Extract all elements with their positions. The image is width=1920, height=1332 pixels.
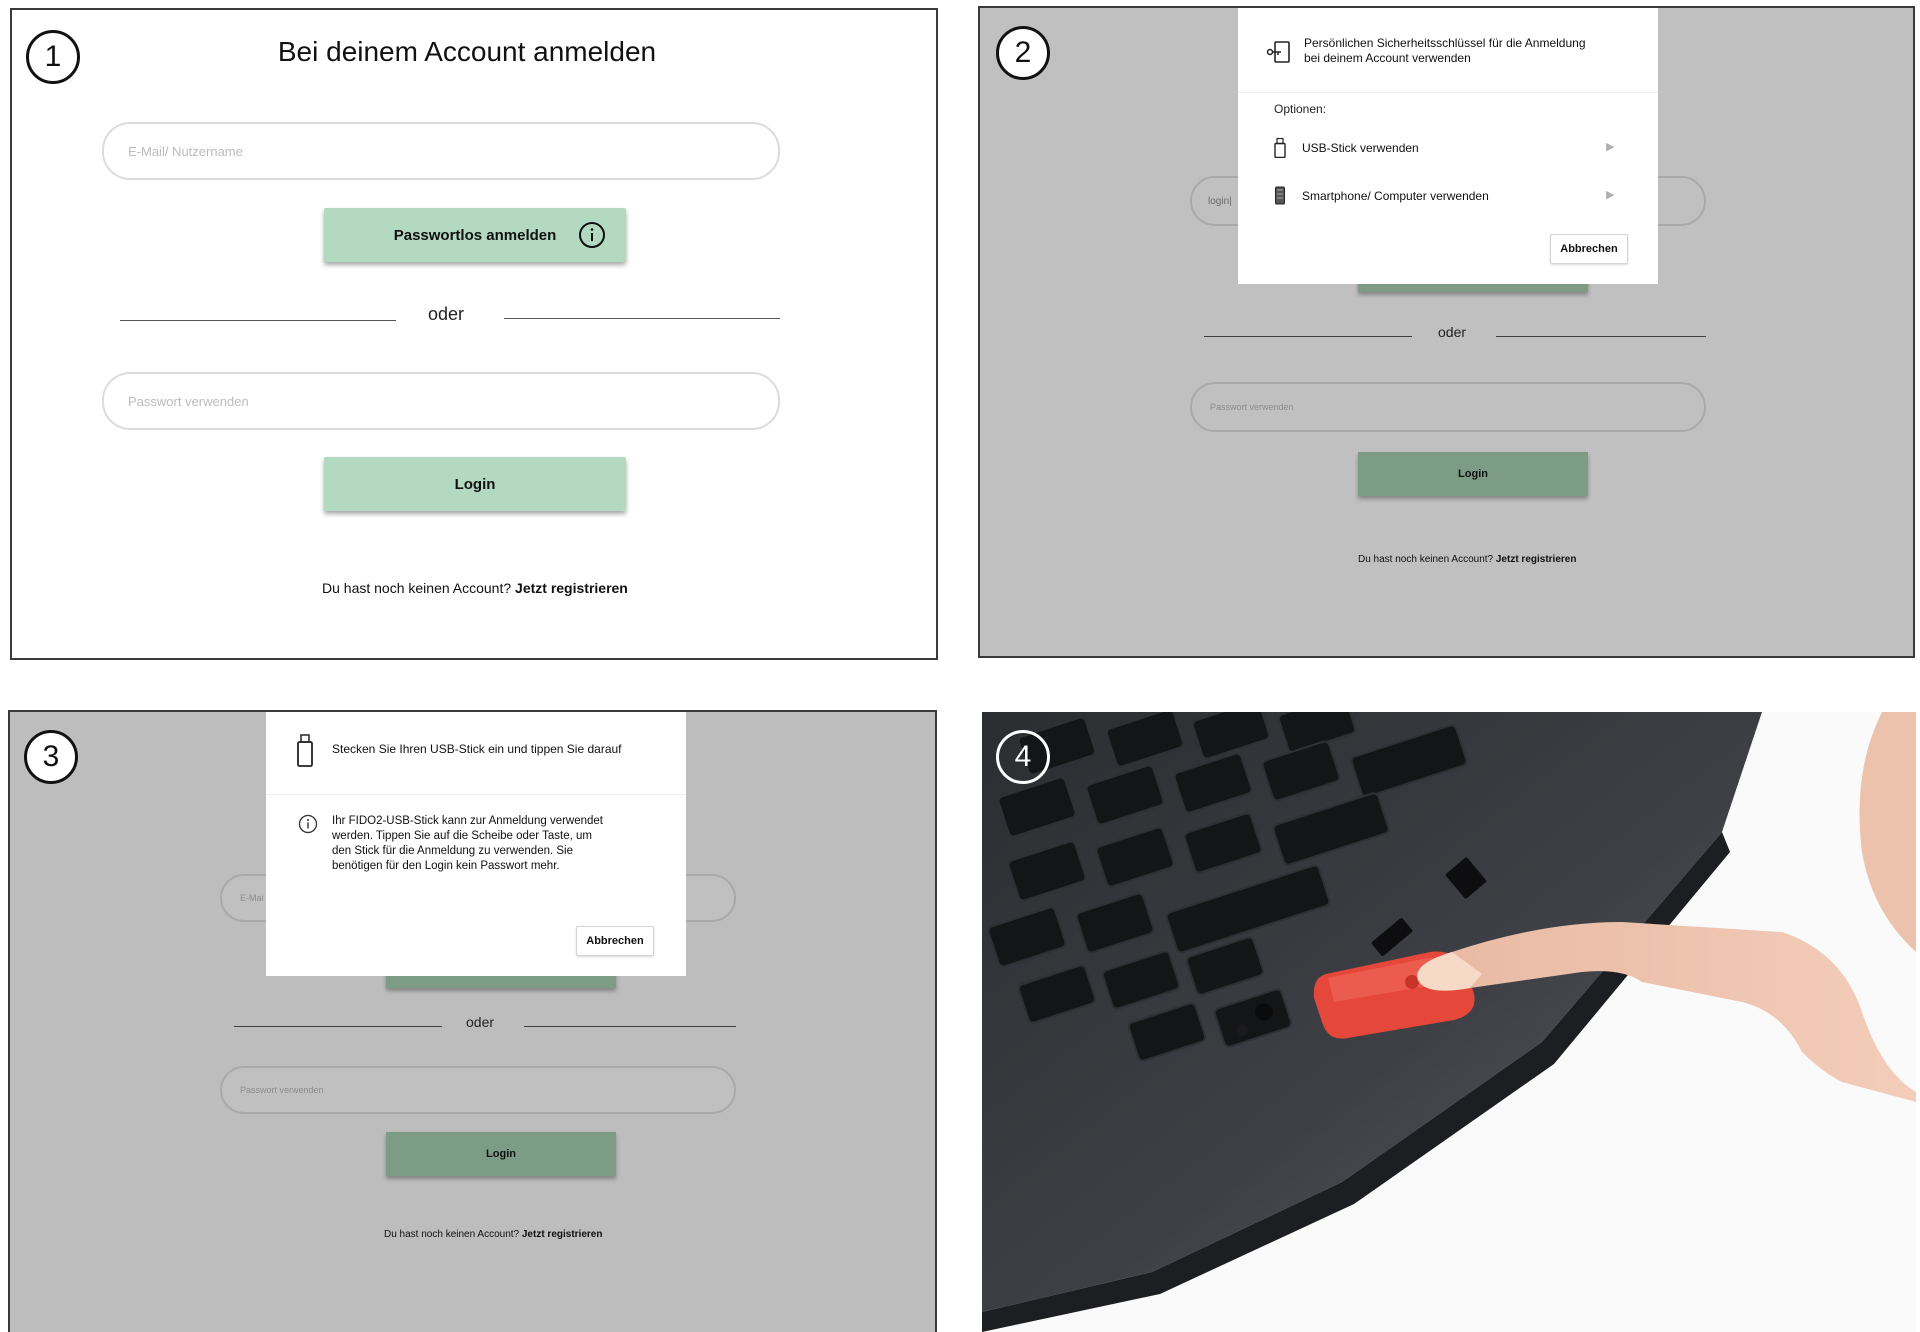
login-button-dimmed: Login [386,1132,616,1176]
step-number-4: 4 [996,730,1050,784]
chevron-right-icon: ▶ [1606,189,1615,201]
info-icon[interactable] [578,221,606,253]
password-placeholder: Passwort verwenden [128,393,249,409]
passwordless-label: Passwortlos anmelden [393,226,557,244]
info-line3: den Stick für die Anmeldung zu verwenden… [332,845,574,857]
login-button[interactable]: Login [324,457,626,511]
insert-usb-dialog: Stecken Sie Ihren USB-Stick ein und tipp… [266,712,686,976]
option-usb-label: USB-Stick verwenden [1302,141,1419,155]
step-number-2: 2 [996,26,1050,80]
info-text: Ihr FIDO2-USB-Stick kann zur Anmeldung v… [332,814,603,874]
panel-security-key-options: 2 login| oder Passwort verwenden Login D… [978,6,1915,658]
divider-right [504,318,780,319]
info-line1: Ihr FIDO2-USB-Stick kann zur Anmeldung v… [332,815,604,827]
register-link: Jetzt registrieren [521,1229,603,1240]
password-input[interactable]: Passwort verwenden [102,372,780,430]
chevron-right-icon: ▶ [1606,141,1615,153]
no-account-text: Du hast noch keinen Account? [322,580,512,596]
dialog-title: Stecken Sie Ihren USB-Stick ein und tipp… [332,742,622,756]
options-label: Optionen: [1274,102,1327,116]
register-prompt: Du hast noch keinen Account? Jetzt regis… [322,580,628,596]
cancel-button[interactable]: Abbrechen [576,926,654,956]
register-link: Jetzt registrieren [1495,554,1577,565]
cancel-button[interactable]: Abbrechen [1550,234,1628,264]
info-line2: werden. Tippen Sie auf die Scheibe oder … [332,830,592,842]
email-placeholder: E-Mail/ Nutzername [128,143,243,159]
or-label: oder [1438,324,1467,340]
or-label: oder [466,1014,495,1030]
password-placeholder: Passwort verwenden [1210,402,1294,412]
option-smartphone[interactable]: Smartphone/ Computer verwenden ▶ [1274,182,1618,210]
usb-stick-icon [296,734,314,773]
info-icon [298,814,318,839]
password-placeholder: Passwort verwenden [240,1085,324,1095]
option-phone-label: Smartphone/ Computer verwenden [1302,189,1489,203]
dialog-title: Persönlichen Sicherheitsschlüssel für di… [1304,36,1586,66]
phone-icon [1274,186,1286,211]
email-partial-text: E-Mai [240,893,264,903]
laptop-photo [982,712,1916,1332]
password-input-dimmed: Passwort verwenden [1190,382,1706,432]
page-title: Bei deinem Account anmelden [277,36,657,67]
divider-right [1496,336,1706,337]
no-account-text: Du hast noch keinen Account? [1358,554,1494,565]
option-usb[interactable]: USB-Stick verwenden ▶ [1274,134,1618,162]
security-key-dialog: Persönlichen Sicherheitsschlüssel für di… [1238,8,1658,284]
divider-left [120,320,396,321]
email-partial-text: login| [1208,195,1232,207]
dialog-divider [266,794,686,795]
divider-left [1204,336,1412,337]
security-key-icon [1266,40,1292,69]
register-prompt: Du hast noch keinen Account? Jetzt regis… [1358,554,1576,565]
register-link[interactable]: Jetzt registrieren [515,580,628,596]
divider-right [524,1026,736,1027]
no-account-text: Du hast noch keinen Account? [384,1229,520,1240]
divider-left [234,1026,442,1027]
panel-login: 1 Bei deinem Account anmelden E-Mail/ Nu… [10,8,938,660]
step-number-3: 3 [24,730,78,784]
passwordless-login-button[interactable]: Passwortlos anmelden [324,208,626,262]
dialog-title-line1: Persönlichen Sicherheitsschlüssel für di… [1304,36,1586,50]
or-label: oder [428,304,465,324]
step-number-1: 1 [26,30,80,84]
email-input[interactable]: E-Mail/ Nutzername [102,122,780,180]
panel-insert-usb-key: 3 E-Mai oder Passwort verwenden Login Du… [8,710,937,1332]
panel-photo-usb-key: 4 [982,712,1916,1332]
login-button-dimmed: Login [1358,452,1588,496]
dialog-divider [1238,92,1658,93]
info-line4: benötigen für den Login kein Passwort me… [332,860,560,872]
usb-stick-icon [1274,137,1286,163]
password-input-dimmed: Passwort verwenden [220,1066,736,1114]
register-prompt: Du hast noch keinen Account? Jetzt regis… [384,1229,602,1240]
dialog-title-line2: bei deinem Account verwenden [1304,51,1471,65]
